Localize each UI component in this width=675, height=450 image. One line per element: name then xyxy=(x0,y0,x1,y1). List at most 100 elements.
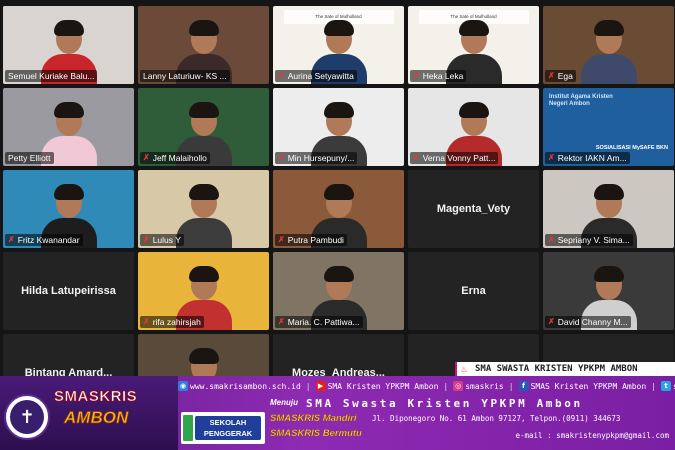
mic-muted-icon: ✗ xyxy=(143,317,150,326)
participant-name: Lanny Laturiuw- KS ... xyxy=(143,71,227,81)
participant-name: Min Hursepuny/... xyxy=(287,153,355,163)
mic-muted-icon: ✗ xyxy=(413,71,420,80)
participant-name: Sepriany V. Sima... xyxy=(557,235,630,245)
participant-tile[interactable]: ✗ David Channy M... xyxy=(543,252,674,330)
participant-name-label: ✗ Fritz Kwanandar xyxy=(5,234,83,246)
globe-icon: ◉ xyxy=(178,381,188,391)
menuju-label: Menuju xyxy=(270,398,298,407)
divider: | xyxy=(651,381,656,391)
flame-icon: ♨ xyxy=(461,364,468,375)
divider: | xyxy=(305,381,311,391)
participant-tile[interactable]: Hilda Latupeirissa xyxy=(3,252,134,330)
social-link-text: smaskris xyxy=(465,381,504,391)
participant-tile[interactable]: ✗ Ega xyxy=(543,6,674,84)
participant-tile[interactable]: Petty Elliott xyxy=(3,88,134,166)
participant-name: rifa zahirsjah xyxy=(152,317,201,327)
facebook-icon: f xyxy=(518,381,529,391)
brand-name: SMASKRIS xyxy=(54,388,138,406)
social-link: tsmaskris xyxy=(661,381,675,391)
participant-name: Lulus Y xyxy=(152,235,181,245)
mic-muted-icon: ✗ xyxy=(548,317,555,326)
participant-tile[interactable]: Lanny Laturiuw- KS ... xyxy=(138,6,269,84)
participant-name: Maria. C. Pattiwa... xyxy=(287,317,360,327)
shared-screen-title: Institut Agama Kristen Negeri Ambon xyxy=(549,94,613,108)
participant-name: Hilda Latupeirissa xyxy=(21,285,116,297)
motto-mandiri: SMASKRIS Mandiri xyxy=(270,413,357,424)
mic-muted-icon: ✗ xyxy=(278,153,285,162)
participant-tile[interactable]: ✗ Maria. C. Pattiwa... xyxy=(273,252,404,330)
participant-name-label: ✗ Putra Pambudi xyxy=(275,234,347,246)
social-link: f SMAS Kristen YPKPM Ambon xyxy=(518,381,647,391)
participant-tile[interactable]: Erna xyxy=(408,252,539,330)
mic-muted-icon: ✗ xyxy=(548,71,555,80)
participant-name: Semuel Kuriake Balu... xyxy=(8,71,95,81)
school-email: e-mail : smakristenypkpm@gmail.com xyxy=(515,431,669,440)
youtube-icon: ▶ xyxy=(315,381,326,391)
badge-text: SEKOLAH PENGGERAK xyxy=(195,416,261,440)
participant-tile[interactable]: The Sate of Mulholland ✗ Heka Leka xyxy=(408,6,539,84)
participant-person xyxy=(580,18,637,84)
participant-tile[interactable]: ✗ Sepriany V. Sima... xyxy=(543,170,674,248)
participant-name-label: ✗ Min Hursepuny/... xyxy=(275,152,358,164)
participant-name-label: ✗ Heka Leka xyxy=(410,70,467,82)
participant-name: Erna xyxy=(461,285,486,297)
participant-tile[interactable]: Magenta_Vety xyxy=(408,170,539,248)
social-link-text: www.smakrisambon.sch.id xyxy=(190,381,301,391)
divider: | xyxy=(443,381,449,391)
motto-bermutu: SMASKRIS Bermutu xyxy=(270,428,362,439)
participant-name: Petty Elliott xyxy=(8,153,51,163)
participant-tile[interactable]: ✗ Putra Pambudi xyxy=(273,170,404,248)
participant-name: Rektor IAKN Am... xyxy=(557,153,627,163)
participant-gallery: Semuel Kuriake Balu... Lanny Laturiuw- KS… xyxy=(0,0,675,412)
participant-tile[interactable]: ✗ Lulus Y xyxy=(138,170,269,248)
participant-tile[interactable]: Semuel Kuriake Balu... xyxy=(3,6,134,84)
participant-name-label: ✗ Jeff Malaihollo xyxy=(140,152,210,164)
participant-name-label: Semuel Kuriake Balu... xyxy=(5,70,98,82)
lower-third-banner: ✝ SMASKRIS AMBON ◉ www.smakrisambon.sch.i… xyxy=(0,376,675,450)
participant-name-label: ✗ Rektor IAKN Am... xyxy=(545,152,630,164)
mic-muted-icon: ✗ xyxy=(548,235,555,244)
social-link: ▶ SMA Kristen YPKPM Ambon xyxy=(315,381,439,391)
mic-muted-icon: ✗ xyxy=(278,235,285,244)
participant-tile[interactable]: ✗ rifa zahirsjah xyxy=(138,252,269,330)
participant-name-label: ✗ Aurina Setyawitta xyxy=(275,70,357,82)
participant-name: David Channy M... xyxy=(557,317,628,327)
shared-screen-subtitle: SOSIALISASI MySAFE BKN xyxy=(595,145,668,152)
mic-muted-icon: ✗ xyxy=(548,153,555,162)
participant-tile[interactable]: ✗ Verna Vonny Patt... xyxy=(408,88,539,166)
participant-tile[interactable]: ✗ Fritz Kwanandar xyxy=(3,170,134,248)
participant-name-label: ✗ rifa zahirsjah xyxy=(140,316,204,328)
school-logo-block: ✝ SMASKRIS AMBON xyxy=(0,376,178,450)
participant-name-label: ✗ Lulus Y xyxy=(140,234,184,246)
school-broadcast-overlay: ♨ SMA SWASTA KRISTEN YPKPM AMBON ✝ SMASK… xyxy=(0,362,675,450)
participant-name: Heka Leka xyxy=(422,71,464,81)
participant-name: Jeff Malaihollo xyxy=(152,153,207,163)
mic-muted-icon: ✗ xyxy=(8,235,15,244)
social-link-text: SMA Kristen YPKPM Ambon xyxy=(327,381,439,391)
participant-name: Aurina Setyawitta xyxy=(287,71,354,81)
participant-tile[interactable]: The Sate of Mulholland ✗ Aurina Setyawitta xyxy=(273,6,404,84)
mic-muted-icon: ✗ xyxy=(413,153,420,162)
school-name-strip-text: SMA SWASTA KRISTEN YPKPM AMBON xyxy=(475,364,638,374)
school-address: Jl. Diponegoro No. 61 Ambon 97127, Telpo… xyxy=(372,414,621,423)
participant-name: Magenta_Vety xyxy=(436,203,511,215)
badge-flag-icon xyxy=(183,415,193,441)
sekolah-penggerak-badge: SEKOLAH PENGGERAK xyxy=(181,412,265,444)
participant-name: Verna Vonny Patt... xyxy=(422,153,496,163)
participant-tile[interactable]: ✗ Jeff Malaihollo xyxy=(138,88,269,166)
instagram-icon: ◎ xyxy=(453,381,464,391)
social-link: ◉ www.smakrisambon.sch.id xyxy=(178,381,301,391)
participant-tile[interactable]: Institut Agama Kristen Negeri Ambon SOSIA… xyxy=(543,88,674,166)
participant-name-label: ✗ Verna Vonny Patt... xyxy=(410,152,499,164)
mic-muted-icon: ✗ xyxy=(143,235,150,244)
twitter-icon: t xyxy=(661,381,671,391)
participant-name-label: ✗ David Channy M... xyxy=(545,316,631,328)
participant-name: Putra Pambudi xyxy=(287,235,344,245)
social-link-text: SMAS Kristen YPKPM Ambon xyxy=(530,381,647,391)
participant-name-label: ✗ Ega xyxy=(545,70,576,82)
mic-muted-icon: ✗ xyxy=(278,71,285,80)
participant-tile[interactable]: ✗ Min Hursepuny/... xyxy=(273,88,404,166)
participant-name: Fritz Kwanandar xyxy=(17,235,80,245)
brand-city: AMBON xyxy=(64,408,129,428)
mic-muted-icon: ✗ xyxy=(143,153,150,162)
